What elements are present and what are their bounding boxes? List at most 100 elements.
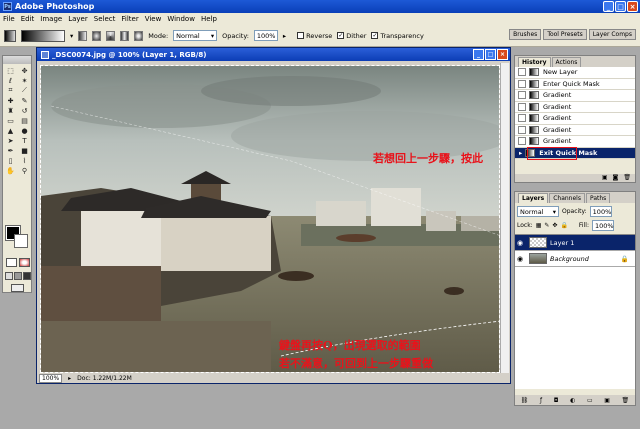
maximize-icon[interactable]: □ [485, 49, 496, 60]
maximize-icon[interactable]: □ [615, 1, 626, 12]
chevron-down-icon[interactable]: ▾ [70, 32, 73, 40]
screen-mode-standard-icon[interactable] [5, 272, 13, 280]
minimize-icon[interactable]: _ [603, 1, 614, 12]
diamond-gradient-icon[interactable] [134, 30, 144, 41]
status-menu-icon[interactable]: ▸ [68, 375, 71, 382]
history-item[interactable]: Gradient [515, 124, 635, 136]
layer-style-icon[interactable]: ƒ [540, 397, 542, 404]
slice-tool-icon[interactable]: ⟋ [18, 86, 31, 95]
tab-layers[interactable]: Layers [518, 193, 549, 203]
psd-file-icon [41, 50, 49, 59]
menu-window[interactable]: Window [167, 15, 195, 23]
layer-row-layer-1[interactable]: ◉ Layer 1 [515, 235, 635, 251]
history-brush-icon[interactable]: ↺ [18, 106, 31, 115]
menu-file[interactable]: File [3, 15, 15, 23]
eyedropper-tool-icon[interactable]: ⌇ [18, 156, 31, 165]
tab-paths[interactable]: Paths [585, 193, 611, 203]
shape-tool-icon[interactable]: ■ [18, 146, 31, 155]
history-item[interactable]: New Layer [515, 67, 635, 79]
linear-gradient-icon[interactable] [78, 30, 88, 41]
brush-tool-icon[interactable]: ✎ [18, 96, 31, 105]
history-item[interactable]: Enter Quick Mask [515, 78, 635, 90]
minimize-icon[interactable]: _ [473, 49, 484, 60]
trash-icon[interactable]: 🗑 [623, 174, 631, 182]
lock-image-icon[interactable]: ✎ [544, 222, 549, 229]
menu-image[interactable]: Image [40, 15, 62, 23]
pen-tool-icon[interactable]: ✒ [4, 146, 17, 155]
magic-wand-tool-icon[interactable]: ✶ [18, 76, 31, 85]
well-tab-brushes[interactable]: Brushes [509, 29, 542, 40]
screen-mode-full-icon[interactable] [23, 272, 31, 280]
tab-history[interactable]: History [518, 57, 551, 67]
gradient-picker[interactable] [21, 29, 65, 42]
menu-filter[interactable]: Filter [121, 15, 138, 23]
well-tab-tool-presets[interactable]: Tool Presets [543, 29, 587, 40]
mode-select[interactable]: Normal ▾ [173, 30, 218, 41]
history-item-highlighted[interactable]: Gradient [515, 136, 635, 148]
background-color-swatch[interactable] [14, 234, 28, 248]
gradient-tool-icon[interactable] [4, 29, 16, 42]
zoom-level[interactable]: 100% [39, 373, 63, 383]
lock-all-icon[interactable]: 🔒 [560, 222, 567, 229]
layer-group-icon[interactable]: ▭ [587, 397, 593, 404]
screen-mode-full-menu-icon[interactable] [14, 272, 22, 280]
blur-tool-icon[interactable]: ▲ [4, 126, 17, 135]
new-layer-icon[interactable]: ▣ [604, 397, 610, 404]
eraser-tool-icon[interactable]: ▭ [4, 116, 17, 125]
layer-row-background[interactable]: ◉ Background 🔒 [515, 251, 635, 267]
notes-tool-icon[interactable]: ▯ [4, 156, 17, 165]
history-item[interactable]: Gradient [515, 90, 635, 102]
history-item[interactable]: Gradient [515, 101, 635, 113]
move-tool-icon[interactable]: ✥ [18, 66, 31, 75]
dither-checkbox[interactable]: ✓ Dither [337, 32, 366, 40]
layer-mask-icon[interactable]: ◘ [554, 397, 559, 404]
dodge-tool-icon[interactable]: ● [18, 126, 31, 135]
link-layers-icon[interactable]: ⛓ [521, 397, 529, 404]
standard-mode-icon[interactable] [6, 258, 17, 267]
lasso-tool-icon[interactable]: ℓ [4, 76, 17, 85]
adjustment-layer-icon[interactable]: ◐ [570, 397, 575, 404]
menu-edit[interactable]: Edit [21, 15, 35, 23]
gradient-tool-icon[interactable]: ▤ [18, 116, 31, 125]
history-item[interactable]: Gradient [515, 113, 635, 125]
new-document-icon[interactable]: ▣ [602, 174, 608, 182]
clone-stamp-icon[interactable]: ♜ [4, 106, 17, 115]
layer-opacity-input[interactable]: 100% [589, 206, 612, 217]
trash-icon[interactable]: 🗑 [622, 397, 630, 404]
fill-input[interactable]: 100% [591, 220, 614, 231]
crop-tool-icon[interactable]: ⌗ [4, 86, 17, 95]
transparency-checkbox[interactable]: ✓ Transparency [371, 32, 424, 40]
menu-help[interactable]: Help [201, 15, 217, 23]
tab-channels[interactable]: Channels [549, 193, 585, 203]
lock-transparency-icon[interactable]: ▦ [536, 222, 542, 229]
angle-gradient-icon[interactable] [106, 30, 116, 41]
lock-position-icon[interactable]: ✥ [552, 222, 557, 229]
image-canvas[interactable]: 若想回上一步驟，按此 鍵盤再按Q，出現選取的範圍 若不滿意，可回到上一步驟重做 [40, 65, 500, 373]
close-icon[interactable]: × [497, 49, 508, 60]
eye-icon[interactable]: ◉ [517, 239, 526, 247]
hand-tool-icon[interactable]: ✋ [4, 166, 17, 175]
radial-gradient-icon[interactable] [92, 30, 102, 41]
blend-mode-select[interactable]: Normal ▾ [517, 206, 559, 217]
reflected-gradient-icon[interactable] [120, 30, 130, 41]
type-tool-icon[interactable]: T [18, 136, 31, 145]
menu-layer[interactable]: Layer [68, 15, 88, 23]
eye-icon[interactable]: ◉ [517, 255, 526, 263]
marquee-tool-icon[interactable]: ⬚ [4, 66, 17, 75]
well-tab-layer-comps[interactable]: Layer Comps [588, 29, 636, 40]
quick-mask-mode-icon[interactable] [19, 258, 30, 267]
menu-view[interactable]: View [145, 15, 162, 23]
snapshot-icon[interactable]: ◙ [613, 174, 619, 182]
path-selection-icon[interactable]: ➤ [4, 136, 17, 145]
opacity-input[interactable]: 100% [253, 30, 278, 41]
opacity-slider-icon[interactable]: ▸ [283, 32, 286, 40]
jump-to-imageready-icon[interactable] [11, 284, 24, 292]
menu-select[interactable]: Select [94, 15, 116, 23]
zoom-tool-icon[interactable]: ⚲ [18, 166, 31, 175]
gradient-state-icon [529, 102, 539, 111]
tab-actions[interactable]: Actions [551, 57, 582, 67]
reverse-checkbox[interactable]: Reverse [297, 32, 332, 40]
healing-brush-icon[interactable]: ✚ [4, 96, 17, 105]
vertical-scrollbar[interactable] [500, 63, 509, 374]
close-icon[interactable]: × [627, 1, 638, 12]
